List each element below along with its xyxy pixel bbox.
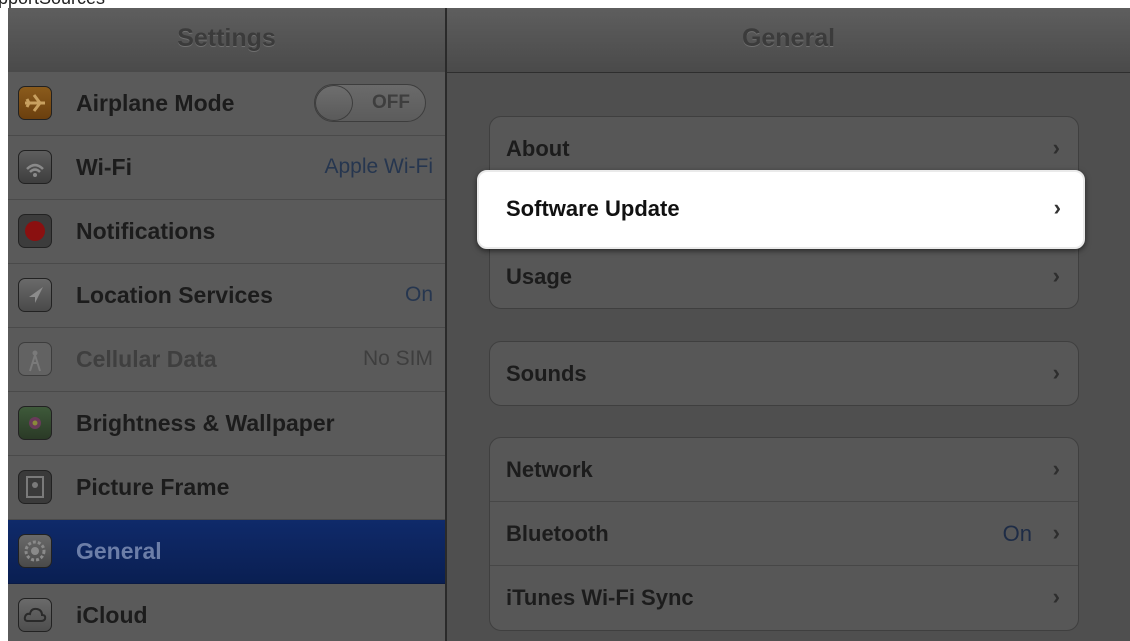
location-services-label: Location Services [76, 282, 273, 308]
chevron-right-icon: › [1052, 456, 1060, 481]
general-row-itunes-wifi-sync[interactable]: iTunes Wi-Fi Sync › [490, 566, 1078, 630]
airplane-mode-label: Airplane Mode [76, 90, 235, 116]
general-row-network[interactable]: Network › [490, 438, 1078, 502]
chevron-right-icon: › [1052, 263, 1060, 288]
wifi-icon [18, 150, 52, 184]
chevron-right-icon: › [1052, 584, 1060, 609]
picture-frame-icon [18, 470, 52, 504]
notifications-icon [18, 214, 52, 248]
chevron-right-icon: › [1052, 360, 1060, 385]
cellular-data-label: Cellular Data [76, 346, 217, 372]
general-label: General [76, 538, 162, 564]
bluetooth-value: On [1002, 521, 1032, 546]
wifi-value: Apple Wi-Fi [324, 155, 433, 178]
settings-row-notifications[interactable]: Notifications [8, 200, 445, 264]
general-group-2: Sounds › [489, 341, 1079, 406]
gear-icon [18, 534, 52, 568]
master-navbar: Settings [8, 8, 445, 73]
general-detail-pane: General About › Usage › Sounds › Network… [447, 8, 1130, 641]
network-label: Network [506, 457, 593, 482]
settings-row-brightness-wallpaper[interactable]: Brightness & Wallpaper [8, 392, 445, 456]
bluetooth-label: Bluetooth [506, 521, 609, 546]
general-group-3: Network › Bluetooth On › iTunes Wi-Fi Sy… [489, 437, 1079, 631]
picture-frame-label: Picture Frame [76, 474, 230, 500]
toggle-knob [315, 85, 353, 121]
brightness-wallpaper-label: Brightness & Wallpaper [76, 410, 335, 436]
settings-row-icloud[interactable]: iCloud [8, 584, 445, 641]
antenna-icon [18, 342, 52, 376]
airplane-icon [18, 86, 52, 120]
chevron-right-icon: › [1052, 520, 1060, 545]
general-row-bluetooth[interactable]: Bluetooth On › [490, 502, 1078, 566]
location-arrow-icon [18, 278, 52, 312]
settings-row-airplane-mode[interactable]: Airplane Mode OFF [8, 72, 445, 136]
cloud-icon [18, 598, 52, 632]
chevron-right-icon: › [1053, 195, 1061, 220]
settings-row-picture-frame[interactable]: Picture Frame [8, 456, 445, 520]
itunes-wifi-sync-label: iTunes Wi-Fi Sync [506, 585, 694, 610]
usage-label: Usage [506, 264, 573, 289]
settings-row-general[interactable]: General [8, 520, 445, 584]
cellular-data-value: No SIM [362, 347, 433, 370]
settings-row-location-services[interactable]: Location Services On [8, 264, 445, 328]
settings-row-wifi[interactable]: Wi-Fi Apple Wi-Fi [8, 136, 445, 200]
detail-navbar: General [447, 8, 1130, 73]
master-title: Settings [177, 24, 276, 52]
icloud-label: iCloud [76, 602, 148, 628]
general-row-sounds[interactable]: Sounds › [490, 342, 1078, 405]
sounds-label: Sounds [506, 361, 587, 386]
settings-row-cellular-data[interactable]: Cellular Data No SIM [8, 328, 445, 392]
location-services-value: On [404, 283, 433, 306]
detail-title: General [741, 24, 836, 52]
software-update-label: Software Update [506, 196, 680, 221]
wifi-label: Wi-Fi [76, 154, 132, 180]
settings-screen: Settings Airplane Mode OFF Wi-Fi Apple W… [8, 8, 1130, 641]
general-row-usage[interactable]: Usage › [490, 245, 1078, 308]
notifications-label: Notifications [76, 218, 216, 244]
flower-icon [18, 406, 52, 440]
settings-master-pane: Settings Airplane Mode OFF Wi-Fi Apple W… [8, 8, 445, 641]
toggle-state: OFF [372, 92, 410, 113]
airplane-mode-toggle[interactable]: OFF [314, 84, 426, 122]
top-text-fragment: pportSources [0, 0, 1130, 8]
software-update-button[interactable]: Software Update › [477, 170, 1085, 249]
